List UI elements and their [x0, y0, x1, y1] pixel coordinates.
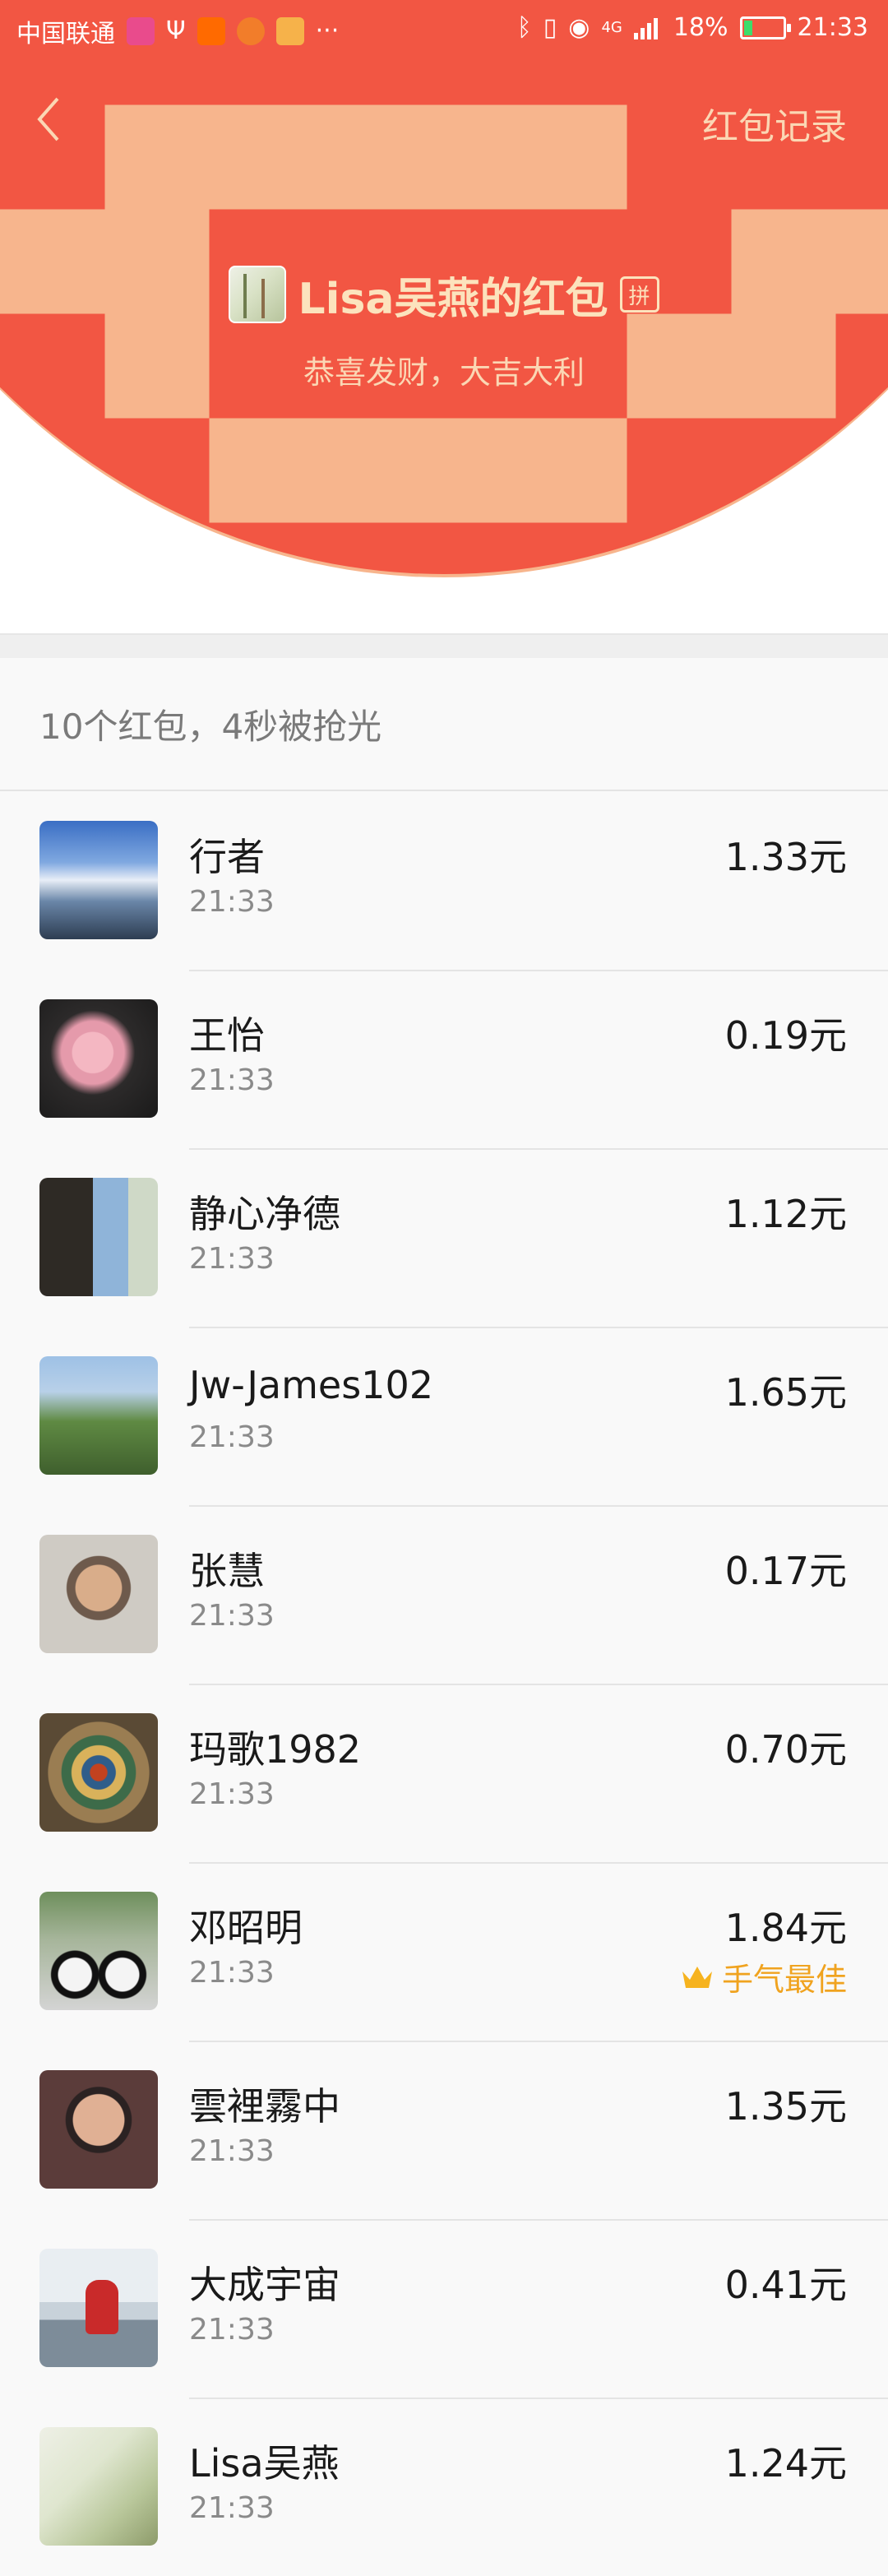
avatar[interactable] — [39, 999, 158, 1118]
receive-time: 21:33 — [189, 1777, 275, 1811]
list-item[interactable]: Jw-James102 21:33 1.65元 — [0, 1328, 888, 1507]
section-divider — [0, 633, 888, 658]
eye-icon: ◉ — [568, 12, 590, 42]
receive-time: 21:33 — [189, 1420, 275, 1454]
list-item[interactable]: 大成宇宙 21:33 0.41元 — [0, 2221, 888, 2399]
receive-time: 21:33 — [189, 1063, 275, 1097]
best-luck-label: 手气最佳 — [721, 1962, 847, 1998]
more-notifications-icon: ··· — [315, 16, 340, 45]
nav-bar: 红包记录 — [0, 82, 888, 156]
lock-app-icon — [236, 17, 265, 45]
packet-summary: 10个红包，4秒被抢光 — [0, 658, 888, 791]
vibrate-icon: ▯ — [543, 12, 557, 42]
receiver-name: 王怡 — [189, 1013, 265, 1058]
receive-time: 21:33 — [189, 885, 275, 919]
receive-amount: 0.19元 — [724, 1013, 847, 1058]
receive-time: 21:33 — [189, 2313, 275, 2347]
avatar[interactable] — [39, 2427, 158, 2546]
receive-time: 21:33 — [189, 1599, 275, 1633]
receive-amount: 0.17元 — [724, 1549, 847, 1593]
avatar[interactable] — [39, 1356, 158, 1475]
receiver-name: 张慧 — [189, 1549, 265, 1593]
receive-time: 21:33 — [189, 1242, 275, 1276]
signal-icon — [633, 17, 658, 39]
best-luck-badge: 手气最佳 — [681, 1954, 847, 1999]
battery-icon — [739, 16, 791, 39]
receive-amount: 0.70元 — [724, 1727, 847, 1772]
receive-time: 21:33 — [189, 2491, 275, 2525]
avatar[interactable] — [39, 1713, 158, 1832]
packet-header: 中国联通 Ψ ··· ᛒ ▯ ◉ 4G 18% 21:33 红包记录 Lisa吴… — [0, 0, 888, 633]
usb-icon: Ψ — [166, 16, 186, 45]
receive-amount: 1.24元 — [724, 2441, 847, 2486]
battery-percent: 18% — [673, 13, 728, 42]
avatar[interactable] — [39, 1178, 158, 1296]
red-packet-records-link[interactable]: 红包记录 — [702, 97, 847, 150]
receiver-name: Jw-James102 — [189, 1363, 433, 1407]
list-item[interactable]: 行者 21:33 1.33元 — [0, 793, 888, 971]
chevron-left-icon — [37, 97, 59, 141]
avatar[interactable] — [39, 1535, 158, 1653]
receive-amount: 0.41元 — [724, 2263, 847, 2307]
receiver-name: 静心净德 — [189, 1192, 340, 1236]
receive-amount: 1.35元 — [724, 2084, 847, 2129]
list-item[interactable]: 玛歌1982 21:33 0.70元 — [0, 1685, 888, 1864]
network-type-label: 4G — [601, 19, 622, 36]
receive-time: 21:33 — [189, 2134, 275, 2168]
receiver-name: 玛歌1982 — [189, 1727, 362, 1772]
blessing-text: 恭喜发财，大吉大利 — [303, 354, 585, 391]
receive-amount: 1.65元 — [724, 1370, 847, 1415]
avatar[interactable] — [39, 2249, 158, 2367]
list-item[interactable]: 邓昭明 21:33 1.84元 手气最佳 — [0, 1864, 888, 2042]
receiver-name: 行者 — [189, 835, 265, 879]
carrier-label: 中国联通 — [16, 20, 115, 49]
list-item[interactable]: Lisa吴燕 21:33 1.24元 — [0, 2399, 888, 2576]
bluetooth-icon: ᛒ — [516, 12, 532, 42]
list-item[interactable]: 王怡 21:33 0.19元 — [0, 971, 888, 1150]
receiver-name: Lisa吴燕 — [189, 2441, 340, 2486]
video-app-icon — [127, 17, 155, 45]
receiver-name: 邓昭明 — [189, 1906, 303, 1950]
receive-time: 21:33 — [189, 1956, 275, 1990]
list-item[interactable]: 静心净德 21:33 1.12元 — [0, 1150, 888, 1328]
crown-icon — [682, 1966, 712, 1988]
sender-title: Lisa吴燕的红包 — [298, 274, 608, 324]
list-item[interactable]: 张慧 21:33 0.17元 — [0, 1507, 888, 1685]
avatar[interactable] — [39, 2070, 158, 2189]
receiver-list: 行者 21:33 1.33元 王怡 21:33 0.19元 静心净德 21:33… — [0, 793, 888, 2576]
avatar[interactable] — [39, 821, 158, 939]
receive-amount: 1.84元 — [724, 1906, 847, 1950]
receive-amount: 1.33元 — [724, 835, 847, 879]
receive-amount: 1.12元 — [724, 1192, 847, 1236]
receiver-name: 大成宇宙 — [189, 2263, 340, 2307]
sender-line: Lisa吴燕的红包 拼 — [0, 262, 888, 327]
avatar[interactable] — [39, 1892, 158, 2010]
lucky-packet-badge: 拼 — [619, 276, 659, 313]
store-app-icon — [275, 17, 304, 45]
receiver-name: 雲裡霧中 — [189, 2084, 340, 2129]
status-bar: 中国联通 Ψ ··· ᛒ ▯ ◉ 4G 18% 21:33 — [0, 0, 888, 59]
sender-avatar[interactable] — [229, 266, 287, 323]
list-item[interactable]: 雲裡霧中 21:33 1.35元 — [0, 2042, 888, 2221]
back-button[interactable] — [28, 97, 69, 141]
taobao-icon — [197, 17, 225, 45]
clock: 21:33 — [797, 13, 868, 42]
